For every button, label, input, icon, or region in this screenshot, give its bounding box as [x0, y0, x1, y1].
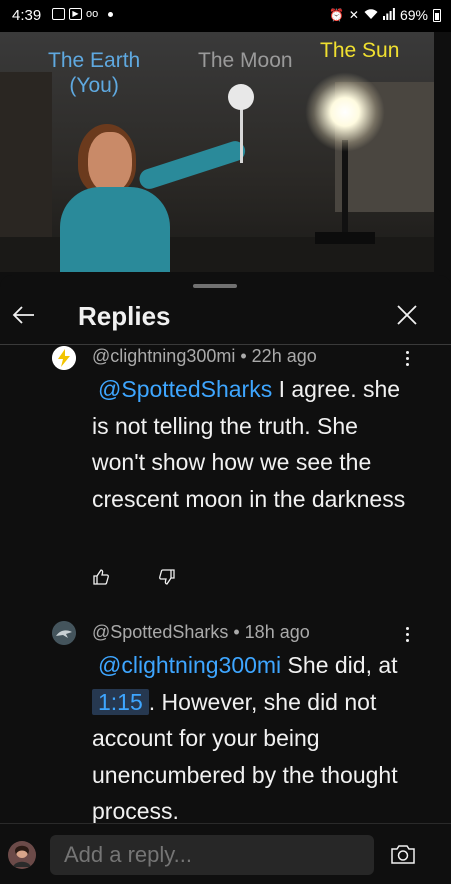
mute-icon: ✕ [348, 8, 359, 22]
thumbs-down-icon [159, 569, 175, 585]
lightning-bolt-icon [52, 346, 76, 370]
alarm-icon: ⏰ [328, 8, 344, 22]
video-label-earth: The Earth (You) [48, 48, 140, 98]
camera-icon [391, 845, 415, 864]
video-scene-moon-ball [228, 84, 254, 110]
video-player[interactable]: The Earth (You) The Moon The Sun [0, 32, 434, 272]
voicemail-icon: oo [86, 8, 99, 20]
close-button[interactable] [391, 299, 423, 331]
comment-meta: @SpottedSharks • 18h ago [92, 622, 310, 642]
close-icon [397, 305, 417, 325]
comment-author[interactable]: @clightning300mi [92, 346, 235, 366]
thumbs-up-icon [93, 569, 109, 585]
video-label-sun: The Sun [320, 39, 400, 62]
battery-icon [433, 8, 441, 22]
back-arrow-icon [12, 306, 34, 324]
video-scene-wall [0, 72, 52, 252]
comment-menu-button[interactable] [397, 346, 417, 370]
comment-body-part1: She did, at [281, 652, 398, 678]
comment-menu-button[interactable] [397, 622, 417, 646]
video-scene-person-head [88, 132, 132, 192]
video-scene-person-arm [136, 138, 248, 192]
video-scene-bulb [305, 72, 385, 152]
comment-age: 22h ago [251, 346, 317, 366]
comment-meta: @clightning300mi • 22h ago [92, 346, 317, 366]
comment-timestamp-link[interactable]: 1:15 [92, 688, 149, 715]
more-notifications-dot-icon [108, 11, 114, 17]
dislike-button[interactable] [158, 568, 176, 591]
comment-actions [92, 568, 176, 591]
battery-percent: 69% [399, 7, 428, 23]
page-title: Replies [78, 301, 171, 331]
youtube-notification-icon: ▶ [69, 8, 82, 20]
shark-avatar-icon [52, 621, 76, 645]
header-divider [0, 344, 451, 345]
video-label-earth-line2: (You) [69, 74, 119, 97]
video-scene-moon-stick [240, 108, 243, 163]
comment-mention[interactable]: @SpottedSharks [92, 376, 272, 402]
comment-mention[interactable]: @clightning300mi [92, 652, 281, 678]
video-scene-lamp-base [315, 232, 375, 244]
video-side-gutter [434, 32, 451, 272]
reply-bar [0, 823, 451, 884]
video-label-moon: The Moon [198, 49, 293, 72]
comment-age: 18h ago [244, 622, 310, 642]
camera-button[interactable] [390, 843, 416, 865]
back-button[interactable] [8, 299, 40, 331]
drag-handle[interactable] [193, 284, 237, 288]
signal-icon [382, 7, 395, 23]
gallery-notification-icon [52, 8, 65, 20]
more-vert-icon [405, 626, 409, 630]
comment-author[interactable]: @SpottedSharks [92, 622, 228, 642]
video-scene-lamp-stem [342, 140, 348, 240]
comment-text: @clightning300mi She did, at 1:15. Howev… [92, 647, 412, 830]
wifi-icon [364, 7, 378, 23]
status-bar: 4:39 ▶ oo ⏰ ✕ 69% [0, 0, 451, 32]
reply-input[interactable] [50, 835, 374, 875]
status-notification-icons: ▶ oo [52, 8, 114, 20]
status-time: 4:39 [12, 7, 42, 24]
like-button[interactable] [92, 568, 110, 591]
avatar[interactable] [52, 346, 76, 370]
more-vert-icon [405, 350, 409, 354]
replies-header: Replies [0, 293, 451, 343]
comment-text: @SpottedSharks I agree. she is not telli… [92, 371, 412, 517]
video-scene-person-body [60, 187, 170, 272]
avatar[interactable] [52, 621, 76, 645]
status-system-icons: ⏰ ✕ 69% [329, 7, 441, 23]
video-label-earth-line1: The Earth [48, 49, 141, 72]
current-user-avatar[interactable] [8, 841, 36, 869]
user-avatar-icon [8, 841, 36, 869]
